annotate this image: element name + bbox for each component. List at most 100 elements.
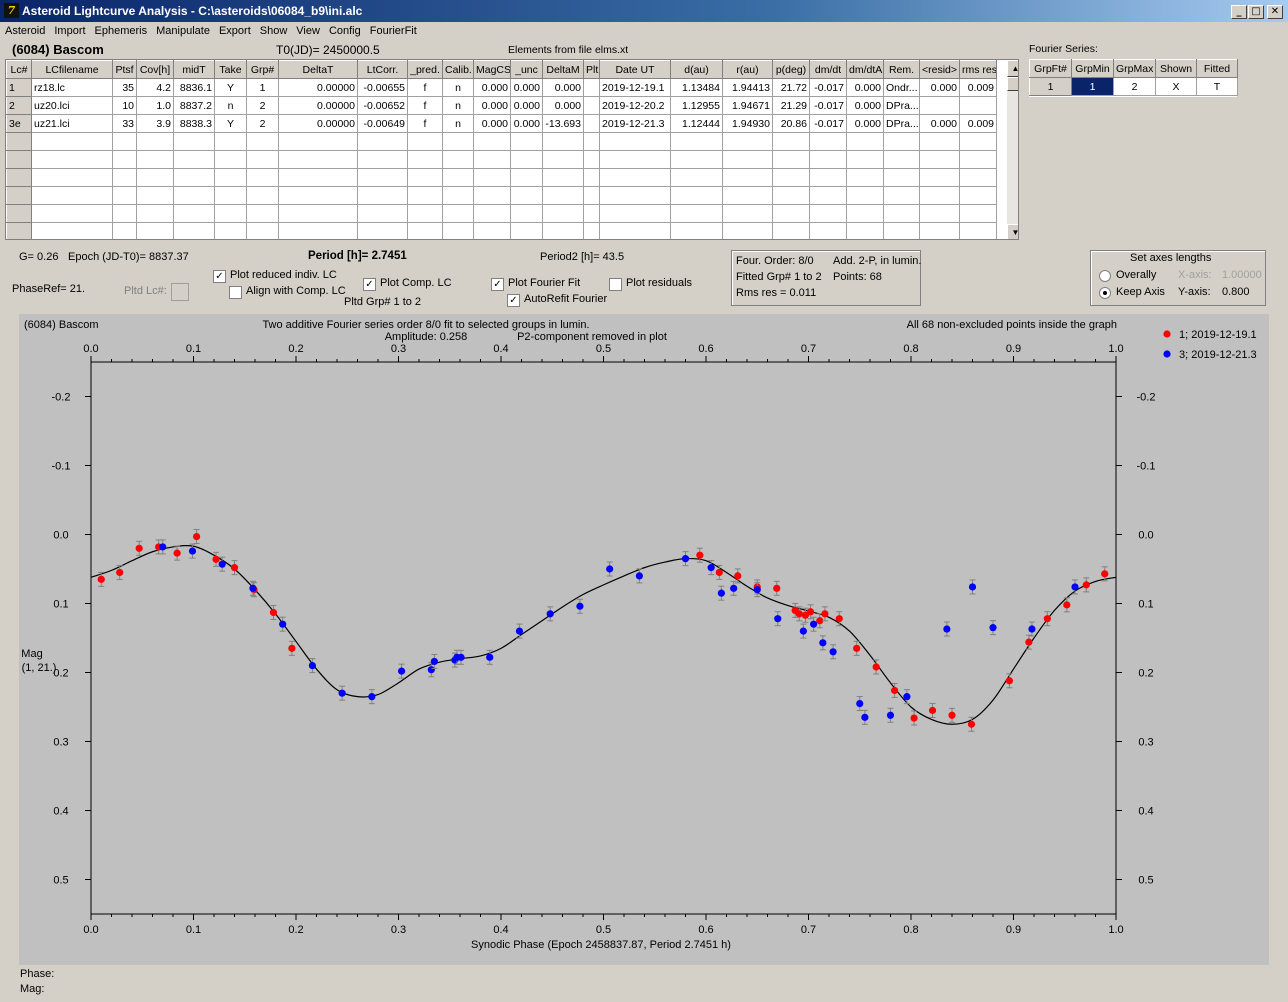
table-cell[interactable] <box>809 186 847 205</box>
table-cell[interactable] <box>772 204 810 223</box>
table-cell[interactable]: 2 <box>246 114 279 133</box>
table-cell[interactable] <box>246 204 279 223</box>
scroll-thumb[interactable] <box>1007 77 1018 91</box>
table-cell[interactable]: 3.9 <box>136 114 174 133</box>
fs-cell-grpmax[interactable]: 2 <box>1113 77 1156 96</box>
menu-fourierfit[interactable]: FourierFit <box>365 23 421 37</box>
column-header-6[interactable]: Grp# <box>246 60 279 79</box>
table-cell[interactable]: 4.2 <box>136 78 174 97</box>
table-cell[interactable]: 8837.2 <box>173 96 215 115</box>
table-cell[interactable] <box>670 150 723 169</box>
table-cell[interactable] <box>246 186 279 205</box>
empty-table-row[interactable] <box>6 222 997 239</box>
table-cell[interactable] <box>136 168 174 187</box>
column-header-1[interactable]: LCfilename <box>31 60 113 79</box>
table-cell[interactable] <box>407 168 443 187</box>
table-cell[interactable] <box>407 222 443 239</box>
table-cell[interactable] <box>883 132 920 151</box>
table-cell[interactable] <box>442 150 474 169</box>
table-cell[interactable] <box>173 150 215 169</box>
table-cell[interactable] <box>6 150 32 169</box>
table-cell[interactable]: 0.000 <box>510 96 543 115</box>
table-cell[interactable] <box>722 132 773 151</box>
table-cell[interactable] <box>510 132 543 151</box>
table-cell[interactable] <box>214 168 247 187</box>
table-cell[interactable] <box>278 186 358 205</box>
column-header-12[interactable]: _unc <box>510 60 543 79</box>
table-cell[interactable] <box>670 132 723 151</box>
table-cell[interactable] <box>357 186 408 205</box>
table-cell[interactable] <box>173 132 215 151</box>
column-header-7[interactable]: DeltaT <box>278 60 358 79</box>
table-row[interactable]: 3e uz21.lci 33 3.9 8838.3 Y 2 0.00000 -0.00649 f n… <box>6 114 997 133</box>
pltd-lc-spinner[interactable] <box>171 283 189 301</box>
table-cell[interactable] <box>599 222 671 239</box>
table-cell[interactable] <box>959 168 997 187</box>
table-cell[interactable]: 1.94413 <box>722 78 773 97</box>
table-cell[interactable]: -0.017 <box>809 96 847 115</box>
table-cell[interactable] <box>214 132 247 151</box>
table-cell[interactable] <box>136 132 174 151</box>
table-cell[interactable]: n <box>442 96 474 115</box>
column-header-0[interactable]: Lc# <box>6 60 32 79</box>
table-cell[interactable] <box>246 222 279 239</box>
table-cell[interactable] <box>278 168 358 187</box>
table-cell[interactable] <box>442 222 474 239</box>
empty-table-row[interactable] <box>6 204 997 223</box>
column-header-19[interactable]: dm/dt <box>809 60 847 79</box>
table-cell[interactable] <box>173 222 215 239</box>
table-cell[interactable]: -0.017 <box>809 78 847 97</box>
table-cell[interactable] <box>670 168 723 187</box>
table-cell[interactable]: n <box>442 114 474 133</box>
table-cell[interactable] <box>599 150 671 169</box>
table-cell[interactable] <box>583 204 600 223</box>
table-cell[interactable] <box>722 186 773 205</box>
table-cell[interactable] <box>510 168 543 187</box>
table-cell[interactable]: 21.29 <box>772 96 810 115</box>
table-cell[interactable] <box>357 222 408 239</box>
table-cell[interactable] <box>407 132 443 151</box>
table-cell[interactable]: 1 <box>6 78 32 97</box>
menu-import[interactable]: Import <box>49 23 89 37</box>
table-cell[interactable]: 0.000 <box>846 78 884 97</box>
table-cell[interactable] <box>246 150 279 169</box>
table-cell[interactable]: -0.017 <box>809 114 847 133</box>
table-cell[interactable]: -13.693 <box>542 114 584 133</box>
table-cell[interactable] <box>6 168 32 187</box>
table-cell[interactable] <box>599 204 671 223</box>
table-cell[interactable] <box>583 114 600 133</box>
table-cell[interactable] <box>959 96 997 115</box>
table-cell[interactable] <box>510 204 543 223</box>
table-cell[interactable] <box>919 204 960 223</box>
column-header-18[interactable]: p(deg) <box>772 60 810 79</box>
lightcurve-plot[interactable]: 0.0 0.0 0.1 0.1 0.2 0.2 0.3 0.3 0.4 0.4 0.5 0.5 0.6 0… <box>19 314 1269 965</box>
table-cell[interactable]: f <box>407 114 443 133</box>
table-cell[interactable] <box>722 222 773 239</box>
table-cell[interactable]: Y <box>214 78 247 97</box>
fs-cell-grpmin[interactable]: 1 <box>1071 77 1114 96</box>
fourier-series-grid[interactable]: GrpFt# GrpMin GrpMax Shown Fitted 1 1 2 … <box>1029 59 1238 96</box>
table-cell[interactable] <box>846 222 884 239</box>
table-cell[interactable]: 8838.3 <box>173 114 215 133</box>
table-cell[interactable] <box>357 150 408 169</box>
table-cell[interactable] <box>919 186 960 205</box>
table-cell[interactable] <box>919 168 960 187</box>
table-cell[interactable]: 1.12955 <box>670 96 723 115</box>
table-cell[interactable]: 0.000 <box>542 96 584 115</box>
table-cell[interactable]: -0.00652 <box>357 96 408 115</box>
table-cell[interactable] <box>599 168 671 187</box>
align-comp-checkbox[interactable] <box>229 286 242 299</box>
table-cell[interactable] <box>6 204 32 223</box>
menu-export[interactable]: Export <box>214 23 255 37</box>
table-cell[interactable] <box>442 186 474 205</box>
table-cell[interactable]: Ondr... <box>883 78 920 97</box>
table-cell[interactable]: 0.009 <box>959 114 997 133</box>
table-cell[interactable] <box>136 150 174 169</box>
maximize-button[interactable]: □ <box>1248 5 1264 19</box>
table-cell[interactable] <box>278 150 358 169</box>
table-cell[interactable] <box>542 150 584 169</box>
table-cell[interactable] <box>919 222 960 239</box>
table-cell[interactable] <box>136 186 174 205</box>
table-cell[interactable] <box>542 222 584 239</box>
menu-ephemeris[interactable]: Ephemeris <box>90 23 152 37</box>
